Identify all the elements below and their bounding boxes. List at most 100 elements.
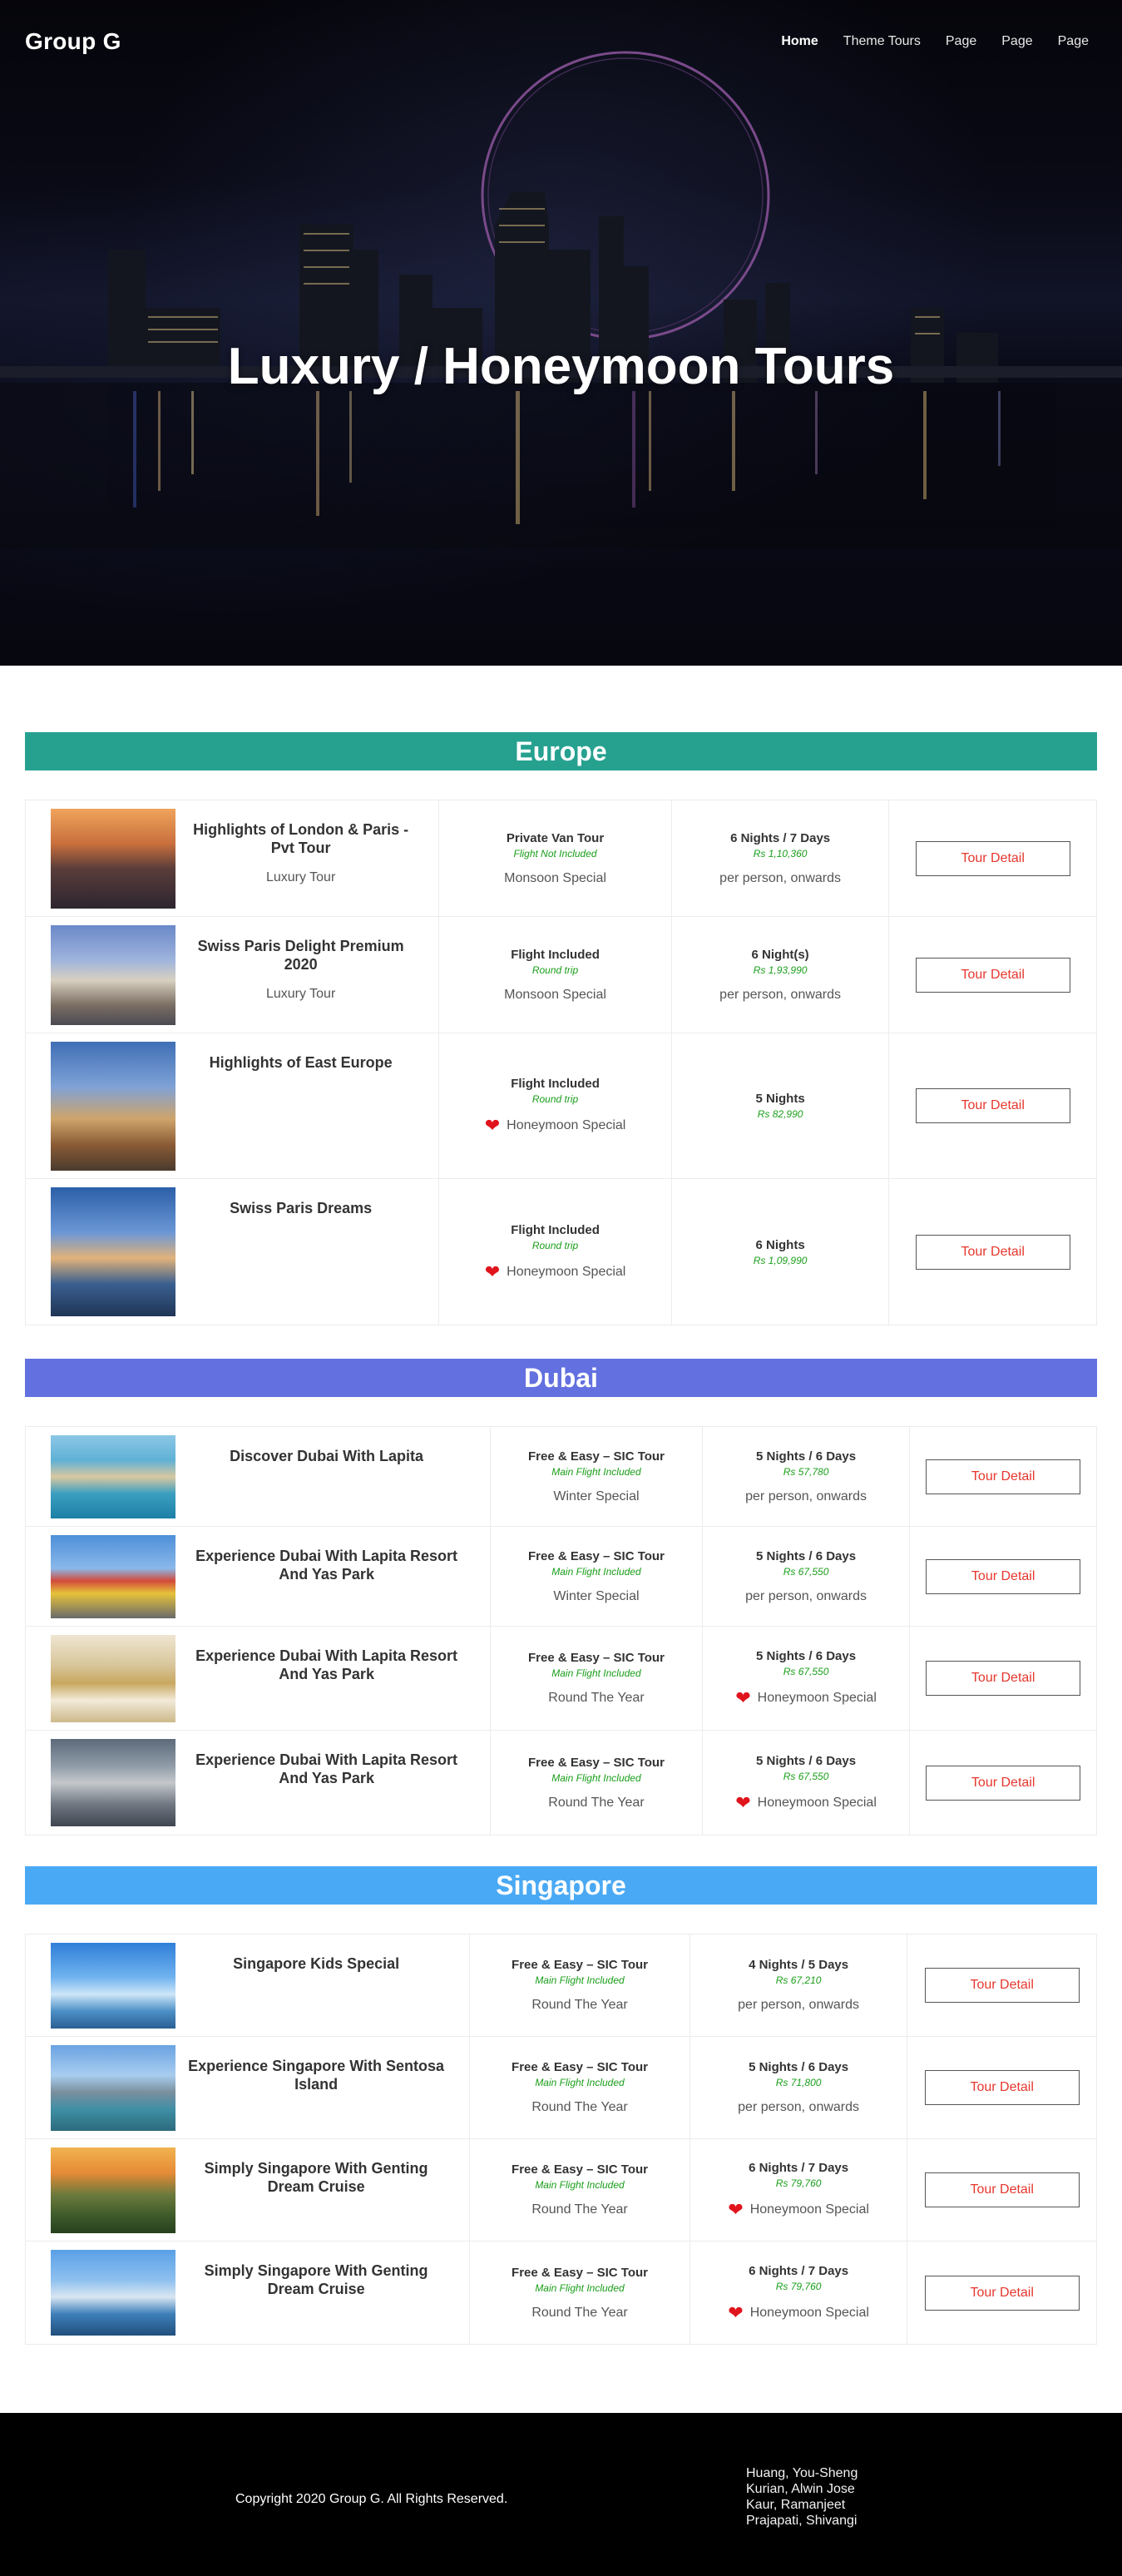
transport-cell: Free & Easy – SIC Tour Main Flight Includ… bbox=[470, 1934, 690, 2036]
transport-note: Main Flight Included bbox=[535, 2077, 625, 2088]
tour-price: Rs 79,760 bbox=[775, 2177, 822, 2189]
tour-main-cell: Singapore Kids Special bbox=[26, 1934, 471, 2036]
tour-detail-button[interactable]: Tour Detail bbox=[924, 2172, 1080, 2207]
tour-duration: 6 Nights / 7 Days bbox=[749, 2161, 849, 2175]
tour-row: Highlights of London & Paris - Pvt Tour L… bbox=[26, 800, 1096, 917]
transport-note: Main Flight Included bbox=[535, 2179, 625, 2191]
special-label: Winter Special bbox=[553, 1489, 639, 1504]
tour-price: Rs 67,550 bbox=[783, 1565, 829, 1578]
author-name: Kaur, Ramanjeet bbox=[746, 2498, 846, 2512]
tour-thumbnail-mbs[interactable] bbox=[51, 2250, 175, 2336]
tour-thumbnail-flyer[interactable] bbox=[51, 1943, 175, 2029]
tour-thumbnail-lake[interactable] bbox=[51, 1187, 175, 1316]
price-note-text: per person, onwards bbox=[745, 1588, 867, 1603]
price-note: per person, onwards bbox=[738, 1998, 859, 2013]
heart-icon: ❤ bbox=[484, 1261, 501, 1282]
tour-detail-button[interactable]: Tour Detail bbox=[924, 2275, 1080, 2311]
transport-cell: Free & Easy – SIC Tour Main Flight Includ… bbox=[491, 1427, 703, 1526]
transport-note: Flight Not Included bbox=[513, 847, 597, 859]
price-note-text: Honeymoon Special bbox=[757, 1795, 877, 1810]
action-cell: Tour Detail bbox=[910, 1427, 1096, 1526]
tour-duration: 5 Nights / 6 Days bbox=[756, 1649, 857, 1663]
heart-icon: ❤ bbox=[735, 1791, 751, 1813]
transport-cell: Free & Easy – SIC Tour Main Flight Includ… bbox=[470, 2242, 690, 2344]
tour-category: Luxury Tour bbox=[265, 987, 336, 1001]
special-label: Round The Year bbox=[548, 1691, 644, 1706]
tour-detail-button[interactable]: Tour Detail bbox=[915, 1088, 1070, 1123]
tour-name: Swiss Paris Dreams bbox=[230, 1200, 373, 1216]
action-cell: Tour Detail bbox=[907, 2037, 1096, 2138]
action-cell: Tour Detail bbox=[910, 1627, 1096, 1730]
special-text: Round The Year bbox=[548, 1795, 645, 1810]
tour-detail-button[interactable]: Tour Detail bbox=[915, 1234, 1070, 1270]
action-cell: Tour Detail bbox=[910, 1731, 1096, 1835]
special-label: ❤ Honeymoon Special bbox=[485, 1117, 626, 1135]
tour-detail-button[interactable]: Tour Detail bbox=[926, 1661, 1081, 1696]
special-text: Round The Year bbox=[531, 2100, 628, 2114]
tour-main-cell: Discover Dubai With Lapita bbox=[26, 1427, 492, 1526]
price-note: per person, onwards bbox=[738, 2100, 859, 2115]
action-cell: Tour Detail bbox=[907, 2139, 1096, 2241]
action-cell: Tour Detail bbox=[889, 1179, 1096, 1325]
tour-info: Experience Dubai With Lapita Resort And … bbox=[175, 1739, 477, 1787]
special-text: Round The Year bbox=[531, 2305, 628, 2320]
tour-thumbnail-sunset[interactable] bbox=[51, 2147, 175, 2233]
price-note: per person, onwards bbox=[719, 871, 841, 886]
nav-page-1[interactable]: Page bbox=[946, 34, 976, 49]
section-header: Singapore bbox=[25, 1866, 1097, 1905]
tour-info: Singapore Kids Special bbox=[175, 1943, 457, 1973]
tour-thumbnail-aerial[interactable] bbox=[51, 1739, 175, 1826]
transport-type: Flight Included bbox=[511, 1222, 600, 1237]
nav-home[interactable]: Home bbox=[781, 34, 818, 49]
tour-thumbnail-legoland[interactable] bbox=[51, 1535, 175, 1618]
tour-detail-button[interactable]: Tour Detail bbox=[926, 1459, 1081, 1494]
author-name: Kurian, Alwin Jose bbox=[746, 2482, 855, 2496]
tour-detail-button[interactable]: Tour Detail bbox=[915, 840, 1070, 876]
duration-price-cell: 5 Nights / 6 Days Rs 57,780 per person, on… bbox=[703, 1427, 911, 1526]
duration-price-cell: 5 Nights / 6 Days Rs 67,550 ❤ Honeymoon Spe… bbox=[703, 1731, 911, 1835]
transport-note: Round trip bbox=[531, 964, 579, 976]
special-text: Winter Special bbox=[553, 1588, 640, 1603]
nav-page-3[interactable]: Page bbox=[1058, 34, 1089, 49]
tour-name: Experience Dubai With Lapita Resort And … bbox=[195, 1548, 458, 1583]
tour-main-cell: Simply Singapore With Genting Dream Crui… bbox=[26, 2139, 471, 2241]
tour-row: Singapore Kids Special Free & Easy – SIC … bbox=[26, 1934, 1096, 2037]
tour-thumbnail-castle[interactable] bbox=[51, 809, 175, 909]
tour-thumbnail-mosque[interactable] bbox=[51, 1635, 175, 1722]
price-note-text: per person, onwards bbox=[719, 870, 842, 885]
transport-cell: Flight Included Round trip ❤ Honeymoon Spec… bbox=[439, 1179, 672, 1325]
price-note-text: per person, onwards bbox=[745, 1489, 867, 1503]
special-text: Round The Year bbox=[548, 1691, 645, 1705]
heart-icon: ❤ bbox=[728, 2199, 744, 2220]
tour-info: Discover Dubai With Lapita bbox=[175, 1435, 477, 1465]
transport-type: Free & Easy – SIC Tour bbox=[527, 1755, 665, 1770]
tour-row: Experience Dubai With Lapita Resort And … bbox=[26, 1627, 1096, 1731]
tour-name: Swiss Paris Delight Premium 2020 bbox=[197, 938, 404, 973]
tour-detail-button[interactable]: Tour Detail bbox=[924, 2070, 1080, 2105]
action-cell: Tour Detail bbox=[889, 917, 1096, 1033]
nav-page-2[interactable]: Page bbox=[1001, 34, 1032, 49]
brand-logo[interactable]: Group G bbox=[25, 28, 121, 55]
tour-main-cell: Simply Singapore With Genting Dream Crui… bbox=[26, 2242, 471, 2344]
tour-detail-button[interactable]: Tour Detail bbox=[924, 1968, 1080, 2003]
tour-row: Discover Dubai With Lapita Free & Easy – … bbox=[26, 1427, 1096, 1527]
nav-theme-tours[interactable]: Theme Tours bbox=[843, 34, 921, 49]
tour-thumbnail-tower[interactable] bbox=[51, 1042, 175, 1171]
transport-note: Main Flight Included bbox=[551, 1465, 641, 1478]
tour-thumbnail-skyline[interactable] bbox=[51, 2045, 175, 2131]
tour-detail-button[interactable]: Tour Detail bbox=[926, 1558, 1081, 1594]
tour-duration: 6 Night(s) bbox=[751, 947, 809, 962]
special-label: Round The Year bbox=[548, 1796, 644, 1811]
tour-price: Rs 71,800 bbox=[775, 2077, 822, 2088]
price-note: per person, onwards bbox=[719, 988, 841, 1003]
tour-thumbnail-cathedral[interactable] bbox=[51, 925, 175, 1025]
author-list: Huang, You-Sheng Kurian, Alwin Jose Kaur… bbox=[746, 2465, 858, 2529]
tour-detail-button[interactable]: Tour Detail bbox=[926, 1765, 1081, 1801]
tour-thumbnail-palm[interactable] bbox=[51, 1435, 175, 1518]
price-note-text: Honeymoon Special bbox=[749, 2305, 869, 2320]
price-note: ❤ Honeymoon Special bbox=[735, 1689, 877, 1707]
transport-type: Free & Easy – SIC Tour bbox=[512, 1958, 648, 1972]
transport-cell: Private Van Tour Flight Not Included Monso… bbox=[439, 800, 672, 916]
tour-list: Singapore Kids Special Free & Easy – SIC … bbox=[25, 1934, 1097, 2345]
tour-detail-button[interactable]: Tour Detail bbox=[915, 957, 1070, 993]
